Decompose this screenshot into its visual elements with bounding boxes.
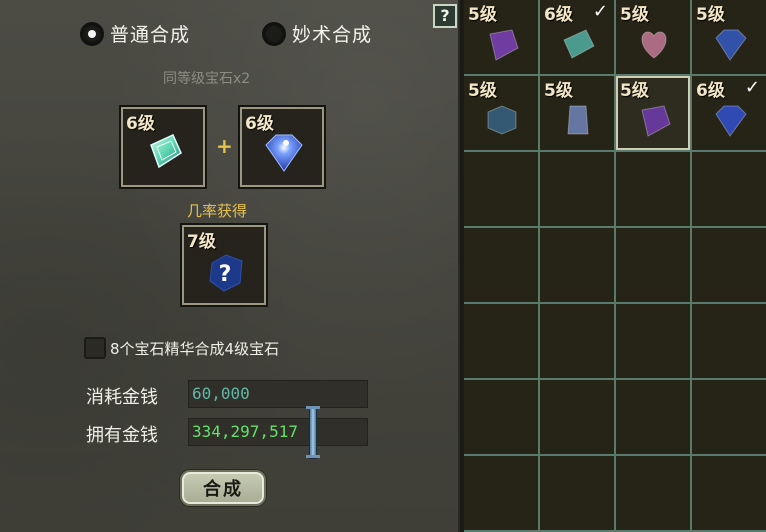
plus-sign: + (216, 134, 233, 158)
inventory-slot[interactable] (692, 456, 766, 532)
inventory-slot[interactable] (540, 228, 616, 304)
dark-cube-gem-icon (487, 105, 517, 135)
mode-normal-radio[interactable]: 普通合成 (80, 20, 190, 47)
result-slot: 7级 ? (180, 223, 268, 307)
item-level-label: 5级 (620, 81, 649, 101)
blue-gem-icon (715, 29, 747, 61)
owned-money-label: 拥有金钱 (86, 425, 158, 446)
mode-normal-label: 普通合成 (110, 24, 191, 46)
check-mark-icon: ✓ (592, 1, 608, 22)
inventory-slot[interactable]: 5级 (540, 76, 616, 152)
inventory-slot[interactable] (616, 228, 692, 304)
blue-gem-icon (715, 105, 747, 137)
inventory-slot[interactable] (540, 456, 616, 532)
check-mark-icon: ✓ (744, 77, 760, 98)
purple-gem-icon (489, 29, 519, 61)
inventory-slot[interactable] (464, 152, 540, 228)
inventory-slot[interactable] (464, 304, 540, 380)
slot-level-label: 7级 (187, 232, 216, 252)
item-level-label: 5级 (544, 81, 573, 101)
radio-special-indicator[interactable] (262, 21, 286, 46)
mode-special-label: 妙术合成 (292, 24, 373, 46)
result-probability-label: 几率获得 (187, 202, 248, 220)
item-level-label: 5级 (468, 81, 497, 101)
inventory-slot[interactable] (540, 304, 616, 380)
teal-gem-icon (563, 29, 595, 59)
inventory-slot[interactable] (616, 304, 692, 380)
mode-special-radio[interactable]: 妙术合成 (262, 20, 372, 47)
inventory-slot[interactable]: 5级 (464, 0, 540, 76)
purple-gem-icon (641, 105, 671, 137)
item-level-label: 5级 (468, 5, 497, 25)
inventory-slot[interactable] (616, 456, 692, 532)
inventory-slot[interactable] (540, 380, 616, 456)
mystery-gem-icon: ? (209, 254, 243, 292)
owned-money-value: 334,297,517 (188, 418, 368, 446)
inventory-slot[interactable]: 6级 ✓ (540, 0, 616, 76)
inventory-grid: 5级 6级 ✓ 5级 5级 5级 5级 5级 6级 ✓ (464, 0, 766, 532)
mystery-symbol: ? (219, 262, 232, 287)
essence-checkbox[interactable] (84, 337, 106, 359)
inventory-slot[interactable]: 5级 (616, 0, 692, 76)
cost-value: 60,000 (188, 380, 368, 408)
inventory-slot[interactable] (616, 152, 692, 228)
gem-inventory: 5级 6级 ✓ 5级 5级 5级 5级 5级 6级 ✓ (462, 0, 766, 532)
inventory-slot[interactable] (692, 152, 766, 228)
inventory-slot[interactable] (464, 228, 540, 304)
inventory-slot[interactable] (692, 304, 766, 380)
essence-checkbox-label: 8个宝石精华合成4级宝石 (110, 340, 280, 358)
help-button[interactable]: ? (433, 4, 457, 28)
inventory-slot[interactable] (464, 380, 540, 456)
item-level-label: 6级 (696, 81, 725, 101)
inventory-slot[interactable]: 5级 (464, 76, 540, 152)
item-level-label: 6级 (544, 5, 573, 25)
slate-gem-icon (567, 105, 589, 135)
inventory-slot[interactable] (692, 228, 766, 304)
input-slot-1[interactable]: 6级 (119, 105, 207, 189)
inventory-slot[interactable] (692, 380, 766, 456)
input-slot-2[interactable]: 6级 (238, 105, 326, 189)
inventory-slot[interactable] (616, 380, 692, 456)
item-level-label: 5级 (620, 5, 649, 25)
blue-gem-icon (265, 134, 303, 172)
compose-button[interactable]: 合成 (180, 470, 266, 506)
inventory-slot[interactable]: 6级 ✓ (692, 76, 766, 152)
inventory-slot[interactable]: 5级 (616, 76, 692, 152)
inventory-slot[interactable] (540, 152, 616, 228)
item-level-label: 5级 (696, 5, 725, 25)
radio-normal-indicator[interactable] (80, 21, 104, 46)
text-cursor-icon (306, 405, 320, 459)
inventory-slot[interactable] (464, 456, 540, 532)
compose-subtitle: 同等级宝石x2 (163, 71, 251, 87)
compose-panel: ? 普通合成 妙术合成 同等级宝石x2 6级 + 6级 几率获得 7级 ? 8个… (0, 0, 460, 532)
cyan-gem-icon (150, 134, 182, 169)
cost-label: 消耗金钱 (86, 387, 158, 408)
pink-heart-gem-icon (641, 31, 667, 59)
inventory-slot[interactable]: 5级 (692, 0, 766, 76)
